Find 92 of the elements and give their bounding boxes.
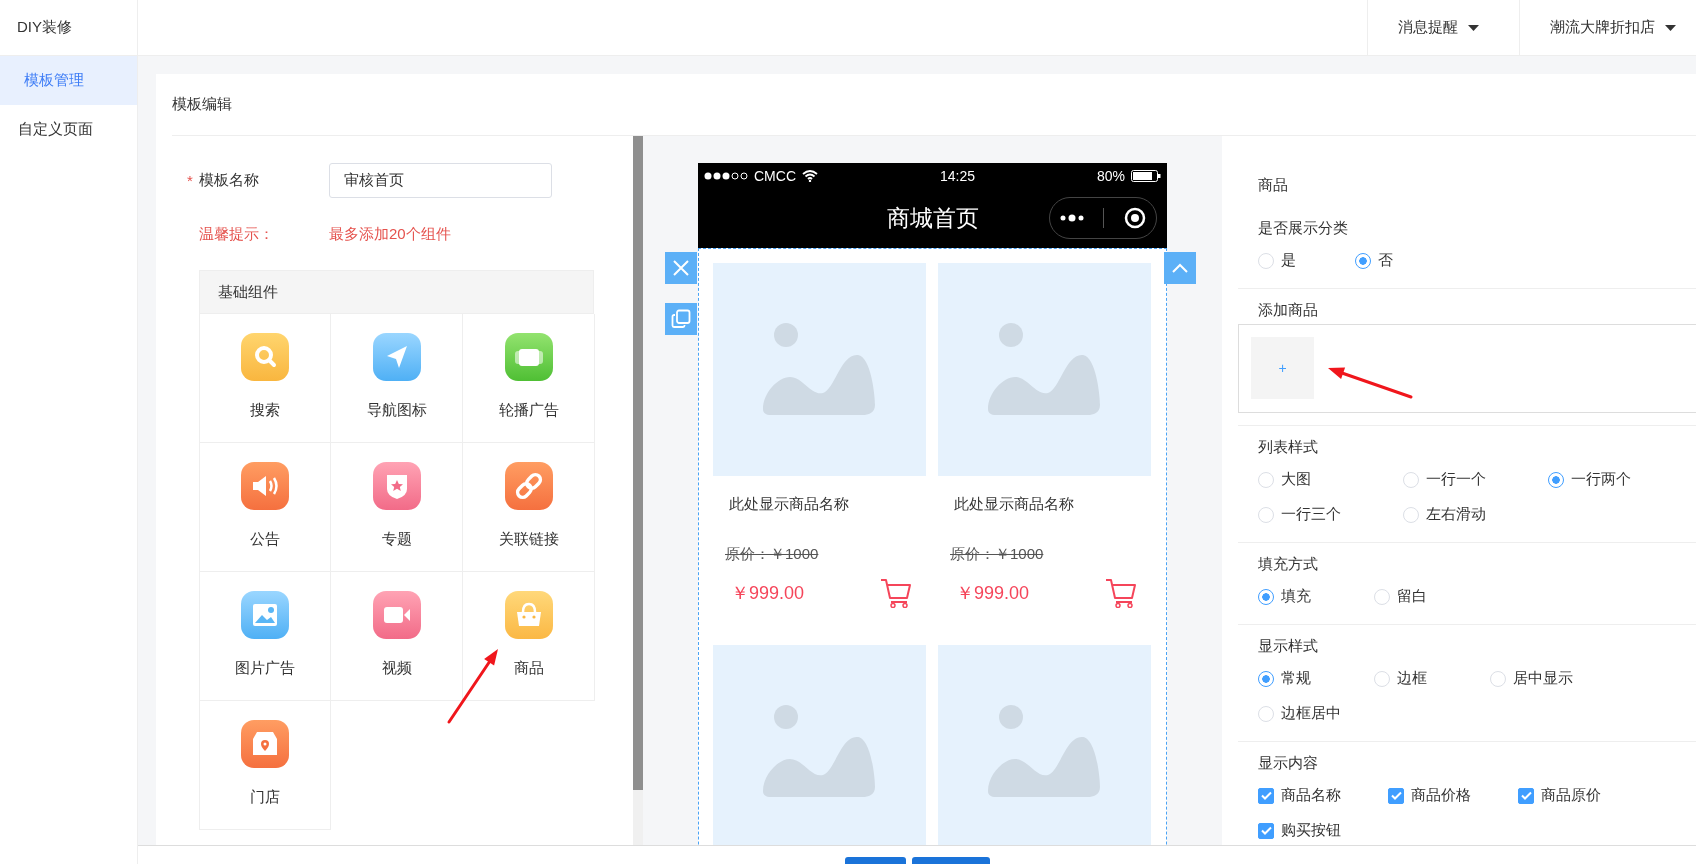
section-title: 商品 (1258, 175, 1289, 195)
caret-icon (1468, 24, 1479, 31)
battery-percent: 80% (1096, 168, 1125, 184)
sidebar-item[interactable]: 模板管理 (0, 56, 137, 105)
brand-title: DIY装修 (0, 0, 138, 55)
tip-label: 温馨提示： (199, 224, 275, 244)
checkbox[interactable] (1258, 787, 1274, 804)
battery-icon (1131, 170, 1161, 182)
sidebar-item[interactable]: 自定义页面 (0, 105, 137, 154)
required-mark: * (187, 172, 194, 189)
field-label: 模板名称 (199, 171, 260, 190)
product-name: 此处显示商品名称 (953, 494, 1075, 514)
store-icon (241, 720, 289, 768)
radio-button[interactable] (1258, 670, 1274, 687)
product-price: ￥999.00 (731, 582, 805, 605)
more-icon[interactable] (1059, 214, 1084, 222)
radio-label[interactable]: 填充 (1281, 587, 1311, 606)
radio-label[interactable]: 常规 (1281, 669, 1311, 688)
radio-label[interactable]: 边框 (1397, 669, 1427, 688)
component-tile[interactable]: 公告 (199, 443, 331, 572)
name-field[interactable]: 审核首页 (329, 163, 552, 198)
component-tile[interactable]: 视频 (331, 572, 463, 701)
radio-button[interactable] (1355, 252, 1371, 269)
product-name: 此处显示商品名称 (728, 494, 850, 514)
image-icon (763, 705, 875, 797)
chevron-up-icon (1171, 262, 1189, 274)
search-icon (241, 333, 289, 381)
radio-label[interactable]: 左右滑动 (1426, 505, 1486, 524)
video-camera-icon (372, 591, 421, 639)
radio-label[interactable]: 居中显示 (1513, 669, 1573, 688)
checkbox[interactable] (1258, 822, 1274, 839)
component-tile[interactable]: 导航图标 (331, 314, 463, 443)
link-icon (504, 462, 553, 510)
dropdown-menu[interactable]: 消息提醒 (1367, 0, 1519, 55)
component-tile[interactable]: 商品 (463, 572, 595, 701)
radio-label[interactable]: 一行三个 (1281, 505, 1341, 524)
image-icon (988, 705, 1100, 797)
image-icon (763, 323, 875, 415)
page-title: 商城首页 (886, 204, 979, 233)
panel-header: 基础组件 (199, 270, 594, 314)
checkbox-label[interactable]: 购买按钮 (1281, 821, 1341, 840)
image-icon (241, 591, 289, 639)
cart-icon[interactable] (1105, 578, 1137, 608)
checkbox[interactable] (1388, 787, 1404, 804)
image-icon (988, 323, 1100, 415)
tip-text: 最多添加20个组件 (329, 224, 451, 244)
radio-label[interactable]: 一行一个 (1426, 470, 1486, 489)
radio-label[interactable]: 一行两个 (1571, 470, 1631, 489)
close-icon (672, 259, 690, 277)
copy-button[interactable] (665, 303, 697, 335)
radio-label[interactable]: 留白 (1397, 587, 1427, 606)
signal-icon (704, 172, 748, 180)
speaker-icon (241, 462, 289, 510)
dropdown-menu[interactable]: 潮流大牌折扣店 (1519, 0, 1696, 55)
radio-label[interactable]: 大图 (1281, 470, 1311, 489)
radio-button[interactable] (1258, 588, 1274, 605)
radio-label[interactable]: 否 (1378, 251, 1393, 270)
paper-plane-icon (372, 333, 421, 381)
caret-icon (1665, 24, 1676, 31)
move-up-button[interactable] (1164, 252, 1196, 284)
group-label: 显示样式 (1258, 636, 1319, 656)
original-price: 原价：￥1000 (949, 544, 1045, 564)
bag-icon (504, 591, 553, 639)
slides-icon (504, 333, 553, 381)
circle-dot-icon[interactable] (1124, 207, 1147, 229)
scrollbar-thumb[interactable] (633, 136, 643, 790)
checkbox-label[interactable]: 商品名称 (1281, 786, 1341, 805)
status-time: 14:25 (938, 168, 976, 184)
checkbox[interactable] (1518, 787, 1534, 804)
product-price: ￥999.00 (956, 582, 1030, 605)
carrier-name: CMCC (754, 168, 796, 184)
component-tile[interactable]: 关联链接 (463, 443, 595, 572)
group-label: 填充方式 (1258, 554, 1319, 574)
group-label: 列表样式 (1258, 437, 1319, 457)
radio-button[interactable] (1548, 471, 1564, 488)
wifi-icon (802, 170, 818, 182)
radio-label[interactable]: 边框居中 (1281, 704, 1341, 723)
cart-icon[interactable] (880, 578, 912, 608)
checkbox-label[interactable]: 商品价格 (1411, 786, 1471, 805)
copy-icon (671, 309, 691, 329)
checkbox-label[interactable]: 商品原价 (1541, 786, 1601, 805)
component-tile[interactable]: 专题 (331, 443, 463, 572)
component-tile[interactable]: 图片广告 (199, 572, 331, 701)
close-button[interactable] (665, 252, 697, 284)
component-tile[interactable]: 轮播广告 (463, 314, 595, 443)
component-tile[interactable]: 搜索 (199, 314, 331, 443)
component-tile[interactable]: 门店 (199, 701, 331, 830)
group-label: 显示内容 (1258, 753, 1319, 773)
original-price: 原价：￥1000 (724, 544, 820, 564)
radio-label[interactable]: 是 (1281, 251, 1296, 270)
group-label: 添加商品 (1258, 300, 1319, 320)
group-label: 是否展示分类 (1258, 218, 1349, 238)
